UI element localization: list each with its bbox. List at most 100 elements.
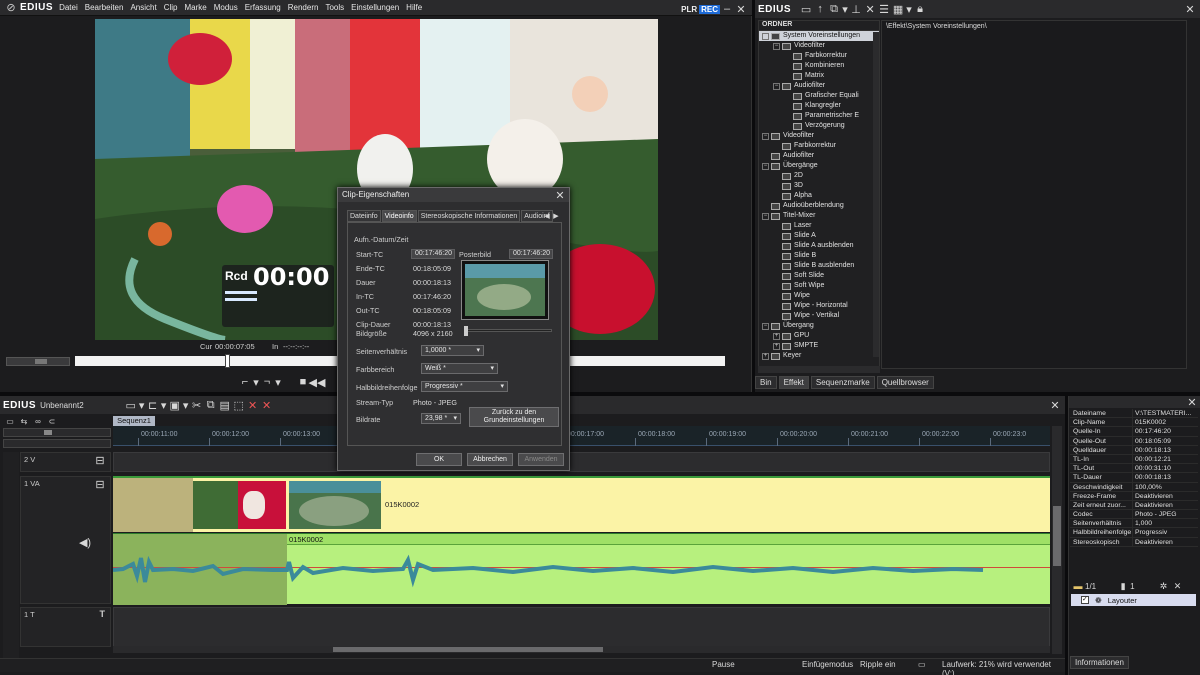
track-lock-icon[interactable]: ⊟: [93, 453, 107, 467]
apply-button[interactable]: Anwenden: [518, 453, 564, 466]
collapse-icon[interactable]: −: [762, 322, 769, 330]
tab-bin[interactable]: Bin: [755, 375, 777, 389]
menu-item-ansicht[interactable]: Ansicht: [130, 3, 156, 12]
tree-item[interactable]: Grafischer Equali: [759, 91, 879, 101]
close-icon[interactable]: ✕: [1048, 398, 1062, 412]
color-range-select[interactable]: Weiß *: [421, 363, 498, 374]
collapse-icon[interactable]: −: [762, 132, 769, 140]
tree-item[interactable]: Klangregler: [759, 101, 879, 111]
shuttle-slider[interactable]: [6, 357, 70, 366]
copy-icon[interactable]: ⧉: [204, 398, 218, 412]
timeline-hscrollbar[interactable]: [113, 646, 1050, 653]
tree-item[interactable]: + GPU: [759, 331, 879, 341]
tree-item[interactable]: Farbkorrektur: [759, 51, 879, 61]
field-order-select[interactable]: Progressiv *: [421, 381, 508, 392]
cut-icon[interactable]: ✂: [190, 398, 204, 412]
tree-scrollbar[interactable]: [873, 32, 879, 357]
close-icon[interactable]: ✕: [553, 188, 567, 202]
tree-item[interactable]: Laser: [759, 221, 879, 231]
status-insert-mode[interactable]: Einfügemodus: [802, 660, 853, 669]
aspect-select[interactable]: 1,0000 *: [421, 345, 484, 356]
expand-icon[interactable]: +: [762, 352, 769, 360]
set-out-icon[interactable]: ¬: [260, 375, 274, 389]
rec-button[interactable]: REC: [699, 4, 720, 14]
tab-sequenzmarke[interactable]: Sequenzmarke: [810, 375, 875, 389]
menu-item-hilfe[interactable]: Hilfe: [406, 3, 422, 12]
ripple-delete-icon[interactable]: ✕: [260, 398, 274, 412]
tree-item[interactable]: Matrix: [759, 71, 879, 81]
folder-icon[interactable]: ▬: [1071, 579, 1085, 593]
dropdown-icon[interactable]: ▾: [138, 398, 146, 412]
checkbox-icon[interactable]: ✓: [1081, 596, 1089, 604]
group-icon[interactable]: ⊂: [45, 414, 59, 428]
tree-item[interactable]: Wipe - Vertikal: [759, 311, 879, 321]
tree-item[interactable]: Audiofilter: [759, 151, 879, 161]
menu-item-tools[interactable]: Tools: [325, 3, 344, 12]
tree-item[interactable]: Slide A ausblenden: [759, 241, 879, 251]
up-folder-icon[interactable]: ↑: [813, 2, 827, 16]
tree-item[interactable]: + Keyer: [759, 351, 879, 361]
ok-button[interactable]: OK: [416, 453, 462, 466]
paste-icon[interactable]: ▤: [218, 398, 232, 412]
insert-icon[interactable]: ⊥: [849, 2, 863, 16]
track-header-v2[interactable]: 2 V ⊟: [20, 452, 111, 472]
collapse-icon[interactable]: −: [773, 82, 780, 90]
tree-item[interactable]: − Titel-Mixer: [759, 211, 879, 221]
dropdown-icon[interactable]: ▾: [182, 398, 190, 412]
delete-icon[interactable]: ✕: [246, 398, 260, 412]
track-header-va1[interactable]: 1 VA ⊟ ◀): [20, 476, 111, 604]
filter-icon[interactable]: ▮: [1116, 579, 1130, 593]
layouter-item[interactable]: ✓ ❁ Layouter: [1071, 594, 1196, 606]
dropdown-icon[interactable]: ▾: [160, 398, 168, 412]
tree-item[interactable]: − Audiofilter: [759, 81, 879, 91]
track-height-select[interactable]: [3, 439, 111, 448]
dropdown-icon[interactable]: ▾: [841, 2, 849, 16]
new-sequence-icon[interactable]: ▭: [124, 398, 138, 412]
link-icon[interactable]: ∞: [31, 414, 45, 428]
dialog-tab-2[interactable]: Stereoskopische Informationen: [417, 210, 521, 222]
tree-item[interactable]: Soft Wipe: [759, 281, 879, 291]
dropdown-icon[interactable]: ▾: [905, 2, 913, 16]
tab-sequence[interactable]: Sequenz1: [113, 416, 155, 426]
tree-item[interactable]: Wipe - Horizontal: [759, 301, 879, 311]
rewind-icon[interactable]: ◀◀: [309, 375, 326, 389]
tree-item[interactable]: Slide B ausblenden: [759, 261, 879, 271]
tree-item[interactable]: 3D: [759, 181, 879, 191]
save-icon[interactable]: ▣: [168, 398, 182, 412]
start-tc-field[interactable]: 00:17:46:20: [411, 249, 455, 259]
menu-item-clip[interactable]: Clip: [164, 3, 178, 12]
dropdown-icon[interactable]: ▾: [274, 375, 282, 389]
menu-item-marke[interactable]: Marke: [184, 3, 206, 12]
tree-item[interactable]: Kombinieren: [759, 61, 879, 71]
tree-item[interactable]: Audioüberblendung: [759, 201, 879, 211]
tree-item[interactable]: Wipe: [759, 291, 879, 301]
copy-icon[interactable]: ⧉: [827, 2, 841, 16]
sync-icon[interactable]: ⇆: [17, 414, 31, 428]
mode-icon[interactable]: ▭: [3, 414, 17, 428]
plr-button[interactable]: PLR: [681, 5, 697, 14]
close-icon[interactable]: ✕: [1185, 395, 1199, 409]
tab-scroll-right-icon[interactable]: ▶: [552, 209, 560, 223]
replace-icon[interactable]: ⬚: [232, 398, 246, 412]
dialog-tab-0[interactable]: Dateiinfo: [347, 210, 381, 222]
tree-item[interactable]: 2D: [759, 171, 879, 181]
collapse-icon[interactable]: −: [762, 162, 769, 170]
collapse-icon[interactable]: −: [773, 42, 780, 50]
set-in-icon[interactable]: ⌐: [238, 375, 252, 389]
tree-item[interactable]: Parametrischer E: [759, 111, 879, 121]
framerate-select[interactable]: 23,98 *: [421, 413, 461, 424]
poster-slider[interactable]: [464, 326, 552, 336]
expand-icon[interactable]: +: [773, 342, 780, 350]
open-icon[interactable]: ⊏: [146, 398, 160, 412]
tree-item[interactable]: − Videofilter: [759, 131, 879, 141]
dialog-tab-1[interactable]: Videoinfo: [381, 210, 417, 222]
delete-icon[interactable]: ✕: [863, 2, 877, 16]
collapse-icon[interactable]: −: [762, 32, 769, 40]
track-v2-body[interactable]: [113, 452, 1050, 472]
tree-hscrollbar[interactable]: [758, 366, 880, 373]
effect-link-icon[interactable]: ✲: [1157, 579, 1171, 593]
poster-field[interactable]: 00:17:46:20: [509, 249, 553, 259]
lock-icon[interactable]: 🔒︎: [913, 2, 927, 16]
clip-video[interactable]: 015K0002: [113, 476, 1050, 532]
tab-scroll-left-icon[interactable]: ◀: [543, 209, 551, 223]
